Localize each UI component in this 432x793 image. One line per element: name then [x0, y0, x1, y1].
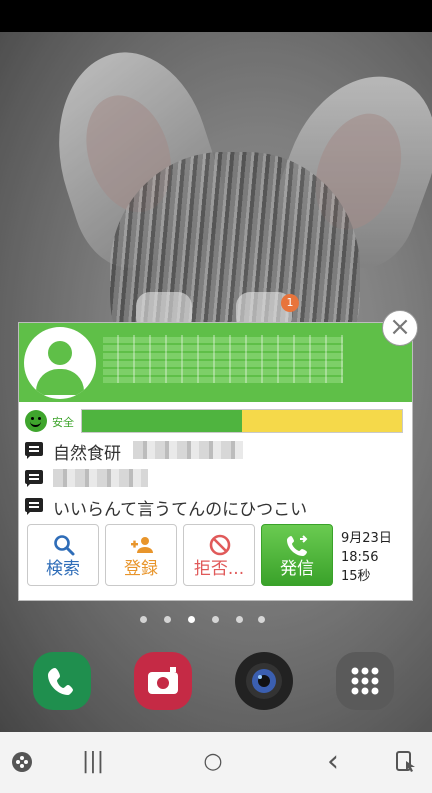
message-icon [25, 498, 43, 515]
screen-touch-icon[interactable] [392, 750, 420, 774]
game-controller-icon[interactable] [8, 750, 36, 774]
info-text-1: 自然食研 [53, 444, 121, 464]
phone-icon[interactable] [33, 652, 91, 710]
close-icon[interactable]: × [382, 310, 418, 346]
notification-badge: 1 [281, 294, 299, 312]
recents-icon[interactable]: ||| [78, 750, 108, 774]
message-icon [25, 442, 43, 459]
register-button-label: 登録 [124, 559, 158, 579]
safety-label: 安全 [52, 416, 74, 429]
popup-header: ​ [19, 323, 412, 402]
search-button-label: 検索 [46, 559, 80, 579]
back-icon[interactable]: ‹ [318, 747, 348, 777]
safety-bar [81, 409, 403, 433]
smile-face-icon [25, 410, 47, 432]
censored-text [53, 469, 148, 487]
home-icon[interactable]: ○ [198, 750, 228, 774]
search-button[interactable]: 検索 [27, 524, 99, 586]
caller-name-censored [103, 335, 343, 383]
call-duration: 15秒 [341, 569, 371, 584]
call-history: 9月23日 18:56 15秒 [341, 529, 392, 586]
status-bar [0, 0, 432, 32]
safety-bar-fill [82, 410, 242, 432]
info-text-3: いいらんて言うてんのにひつこい [53, 500, 308, 520]
register-button[interactable]: 登録 [105, 524, 177, 586]
person-icon [24, 327, 96, 399]
call-date: 9月23日 [341, 531, 392, 546]
call-button-label: 発信 [280, 559, 314, 579]
reject-button[interactable]: 拒否... [183, 524, 255, 586]
navigation-bar: ||| ○ ‹ [0, 732, 432, 793]
message-icon [25, 470, 43, 487]
censored-text [133, 441, 243, 459]
info-line-1: 自然食研 [25, 439, 405, 465]
call-time: 18:56 [341, 550, 379, 565]
info-line-2 [25, 467, 405, 493]
safety-row: 安全 [25, 409, 405, 435]
reject-button-label: 拒否... [193, 559, 245, 579]
apps-grid-icon[interactable] [336, 652, 394, 710]
caller-popup: ​ 安全 自然食研 いいらんて言うてんのにひつこい 検索 [18, 322, 413, 601]
camera-app-icon[interactable] [134, 652, 192, 710]
call-button[interactable]: 発信 [261, 524, 333, 586]
page-indicator [140, 614, 290, 626]
camera-lens-icon[interactable] [235, 652, 293, 710]
info-line-3: いいらんて言うてんのにひつこい [25, 495, 405, 521]
